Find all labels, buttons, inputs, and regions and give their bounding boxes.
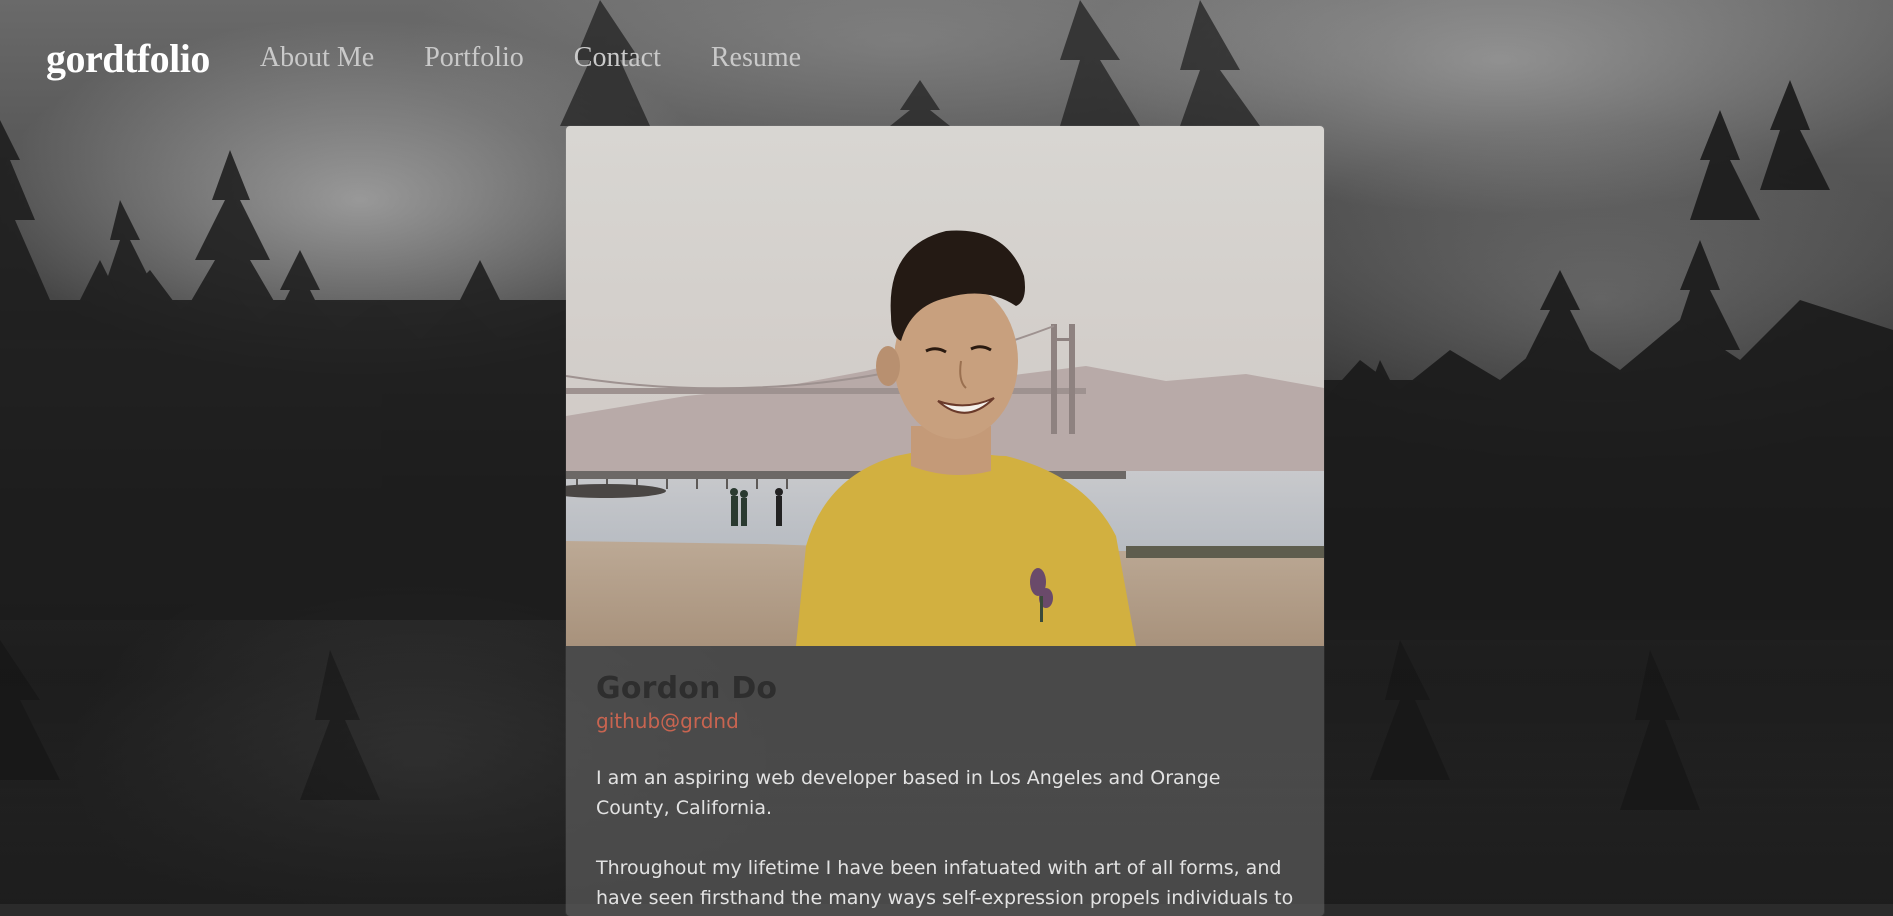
profile-name: Gordon Do — [596, 671, 778, 706]
bio-paragraph-1: I am an aspiring web developer based in … — [596, 767, 1221, 819]
nav-link-portfolio[interactable]: Portfolio — [424, 42, 524, 74]
profile-photo — [566, 126, 1324, 646]
nav-link-resume[interactable]: Resume — [711, 42, 801, 74]
site-logo[interactable]: gordtfolio — [46, 35, 210, 82]
nav-link-about-me[interactable]: About Me — [260, 42, 374, 74]
top-nav: gordtfolio About Me Portfolio Contact Re… — [46, 30, 851, 86]
profile-info: Gordon Do github@grdnd I am an aspiring … — [596, 671, 1296, 913]
github-link[interactable]: github@grdnd — [596, 709, 739, 733]
bio-paragraph-2: Throughout my lifetime I have been infat… — [596, 857, 1294, 909]
profile-card: Gordon Do github@grdnd I am an aspiring … — [566, 126, 1324, 916]
nav-link-contact[interactable]: Contact — [574, 42, 661, 74]
